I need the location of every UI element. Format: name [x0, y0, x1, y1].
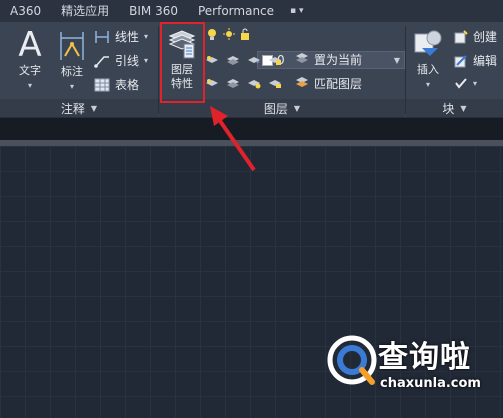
tab-bim360[interactable]: BIM 360 [119, 0, 188, 22]
ribbon-tab-bar: A360 精选应用 BIM 360 Performance ▪ ▾ [0, 0, 503, 22]
text-a-icon: A [18, 25, 42, 65]
block-panel-title: 块 [442, 101, 455, 116]
create-label: 创建 [473, 30, 498, 44]
edit-block-icon [454, 54, 467, 67]
table-button[interactable]: 表格 [94, 76, 139, 93]
tab-overflow-dropdown[interactable]: ▪ ▾ [284, 0, 309, 22]
leader-label: 引线 [115, 54, 140, 68]
tab-featured-apps[interactable]: 精选应用 [51, 0, 119, 22]
edit-label: 编辑 [473, 54, 498, 68]
chevron-down-icon: ▾ [425, 80, 430, 89]
text-button[interactable]: A 文字 ▾ [8, 26, 52, 91]
layer-walk-icon[interactable] [226, 77, 240, 89]
watermark-subtext: chaxunla.com [380, 376, 481, 391]
dimension-button[interactable]: 标注 ▾ [54, 26, 90, 92]
chevron-down-icon: ▼ [393, 55, 400, 65]
chevron-down-icon: ▾ [144, 32, 149, 41]
layer-isolate-icon[interactable] [226, 54, 240, 66]
annotation-panel-title: 注释 [60, 101, 85, 116]
tab-a360[interactable]: A360 [0, 0, 51, 22]
dimension-label: 标注 [61, 65, 83, 78]
lightbulb-icon [208, 29, 216, 40]
layer-freeze-icon[interactable]: * [247, 54, 261, 66]
linear-label: 线性 [115, 30, 140, 44]
layer-off-icon[interactable] [205, 54, 219, 66]
sun-icon [223, 28, 235, 40]
linear-button[interactable]: 线性 ▾ [94, 28, 148, 45]
match-layer-icon [296, 77, 308, 87]
set-current-label: 置为当前 [314, 53, 363, 67]
table-label: 表格 [115, 78, 140, 92]
chevron-down-icon: ▾ [27, 81, 32, 90]
match-layer-label: 匹配图层 [314, 77, 363, 91]
leader-button[interactable]: 引线 ▾ [94, 52, 148, 69]
dimension-icon [60, 32, 84, 60]
chevron-down-icon: ▾ [144, 56, 149, 65]
linear-dimension-icon [95, 30, 109, 43]
layer-lock-icon[interactable] [268, 54, 282, 66]
check-pencil-icon [455, 78, 467, 89]
annotation-arrow [210, 106, 256, 172]
insert-block-button[interactable]: 插入 ▾ [409, 26, 447, 90]
insert-block-icon [414, 30, 442, 56]
chevron-down-icon: ▼ [90, 103, 98, 113]
block-attributes-button[interactable]: ▾ [454, 76, 477, 90]
svg-text:*: * [256, 59, 260, 66]
set-current-button[interactable]: 置为当前 [314, 51, 362, 68]
layer-unlock-icon[interactable] [268, 77, 282, 89]
block-panel-footer[interactable]: 块 ▼ [406, 99, 503, 117]
layer-thaw-icon[interactable] [247, 77, 261, 89]
layer-on-icon[interactable] [205, 77, 219, 89]
match-layer-button[interactable]: 匹配图层 [314, 75, 362, 92]
leader-icon [94, 55, 109, 68]
highlight-box [160, 22, 205, 103]
create-block-icon [454, 29, 468, 43]
chevron-down-icon: ▼ [293, 103, 301, 113]
unlock-icon [241, 28, 249, 40]
table-icon [94, 78, 110, 91]
chevron-down-icon: ▾ [69, 82, 74, 91]
text-button-label: 文字 [19, 64, 41, 77]
set-current-icon [296, 53, 308, 63]
insert-label: 插入 [417, 63, 439, 76]
annotation-panel-footer[interactable]: 注释 ▼ [0, 99, 158, 117]
edit-block-button[interactable]: 编辑 [454, 52, 497, 69]
chevron-down-icon: ▾ [473, 78, 478, 88]
watermark-text: 查询啦 [378, 340, 471, 375]
tab-performance[interactable]: Performance [188, 0, 284, 22]
create-block-button[interactable]: 创建 [454, 28, 497, 45]
chevron-down-icon: ▼ [460, 103, 467, 113]
